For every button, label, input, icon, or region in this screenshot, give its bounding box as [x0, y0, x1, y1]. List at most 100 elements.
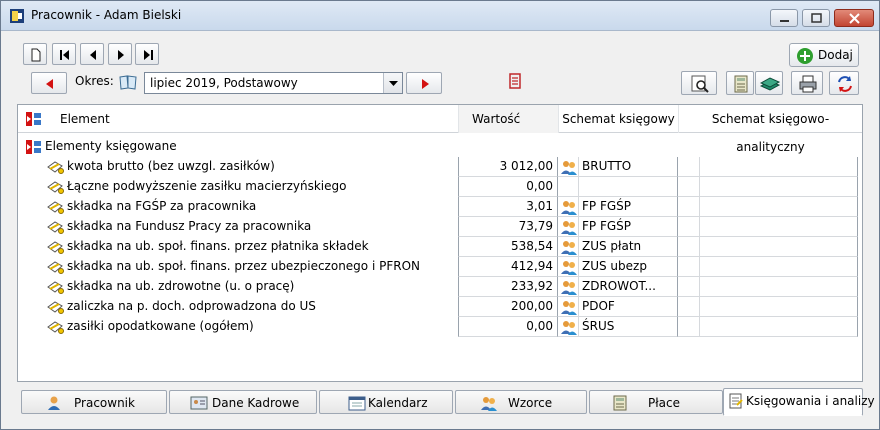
- scheme-value[interactable]: BRUTTO: [579, 157, 678, 177]
- scheme-icon-cell[interactable]: [558, 237, 579, 257]
- analytic-scheme-value[interactable]: [700, 257, 858, 277]
- period-dropdown-button[interactable]: [383, 73, 402, 93]
- tab-księgowania-i-analizy[interactable]: Księgowania i analizy: [723, 388, 875, 416]
- column-analytic-scheme-header[interactable]: Schemat księgowo-analityczny: [678, 105, 862, 154]
- bottom-tabs: Pracownik Dane Kadrowe Kalendarz Wzorce Płac…: [17, 388, 875, 416]
- table-row[interactable]: składka na Fundusz Pracy za pracownika 73…: [18, 217, 862, 237]
- period-label: Okres:: [75, 74, 114, 88]
- books-button[interactable]: [755, 71, 783, 95]
- scheme-icon-cell[interactable]: [558, 297, 579, 317]
- add-button[interactable]: Dodaj: [789, 43, 859, 67]
- last-record-button[interactable]: [135, 43, 159, 65]
- tab-wzorce[interactable]: Wzorce: [455, 390, 587, 414]
- element-value[interactable]: 3 012,00: [458, 157, 558, 177]
- table-row[interactable]: składka na FGŚP za pracownika 3,01 FP FGŚP: [18, 197, 862, 217]
- column-scheme-header[interactable]: Schemat księgowy: [558, 105, 678, 133]
- tab-kalendarz[interactable]: Kalendarz: [319, 390, 453, 414]
- scheme-icon-cell[interactable]: [558, 317, 579, 337]
- scheme-value[interactable]: ZUS płatn: [579, 237, 678, 257]
- table-row[interactable]: Łączne podwyższenie zasiłku macierzyński…: [18, 177, 862, 197]
- book-icon[interactable]: [118, 73, 138, 91]
- calculator-icon: [612, 395, 628, 414]
- minimize-button[interactable]: [770, 9, 798, 27]
- table-row[interactable]: składka na ub. społ. finans. przez ubezp…: [18, 257, 862, 277]
- analytic-scheme-icon-cell[interactable]: [678, 317, 700, 337]
- posting-icon: [47, 301, 64, 314]
- tab-label: Księgowania i analizy: [746, 394, 875, 408]
- analytic-scheme-value[interactable]: [700, 237, 858, 257]
- preview-button[interactable]: [681, 71, 717, 95]
- element-value[interactable]: 3,01: [458, 197, 558, 217]
- scheme-icon-cell[interactable]: [558, 177, 579, 197]
- tab-płace[interactable]: Płace: [589, 390, 723, 414]
- analytic-scheme-value[interactable]: [700, 297, 858, 317]
- analytic-scheme-value[interactable]: [700, 277, 858, 297]
- analytic-scheme-icon-cell[interactable]: [678, 217, 700, 237]
- prev-period-button[interactable]: [31, 72, 67, 94]
- analytic-scheme-value[interactable]: [700, 157, 858, 177]
- scheme-value[interactable]: ŚRUS: [579, 317, 678, 337]
- prev-icon: [90, 50, 96, 60]
- analytic-scheme-icon-cell[interactable]: [678, 157, 700, 177]
- scheme-people-icon: [561, 301, 577, 315]
- next-record-button[interactable]: [108, 43, 132, 65]
- element-value[interactable]: 73,79: [458, 217, 558, 237]
- add-button-label: Dodaj: [818, 48, 853, 62]
- column-element-header[interactable]: Element: [60, 105, 458, 133]
- element-value[interactable]: 200,00: [458, 297, 558, 317]
- scheme-icon-cell[interactable]: [558, 217, 579, 237]
- element-value[interactable]: 0,00: [458, 317, 558, 337]
- table-row[interactable]: zaliczka na p. doch. odprowadzona do US 2…: [18, 297, 862, 317]
- element-value[interactable]: 412,94: [458, 257, 558, 277]
- element-value[interactable]: 233,92: [458, 277, 558, 297]
- tab-dane-kadrowe[interactable]: Dane Kadrowe: [169, 390, 317, 414]
- scheme-value[interactable]: ZUS ubezp: [579, 257, 678, 277]
- group-row[interactable]: Elementy księgowane: [18, 137, 862, 157]
- analytic-scheme-icon-cell[interactable]: [678, 197, 700, 217]
- plus-circle-icon: [797, 48, 813, 64]
- table-row[interactable]: składka na ub. społ. finans. przez płatn…: [18, 237, 862, 257]
- element-value[interactable]: 0,00: [458, 177, 558, 197]
- analytic-scheme-value[interactable]: [700, 177, 858, 197]
- scheme-icon-cell[interactable]: [558, 197, 579, 217]
- scheme-value[interactable]: FP FGŚP: [579, 217, 678, 237]
- close-button[interactable]: [834, 9, 874, 27]
- analytic-scheme-icon-cell[interactable]: [678, 277, 700, 297]
- analytic-scheme-value[interactable]: [700, 197, 858, 217]
- scheme-people-icon: [561, 321, 577, 335]
- print-button[interactable]: [791, 71, 823, 95]
- table-row[interactable]: kwota brutto (bez uwzgl. zasiłków) 3 012,…: [18, 157, 862, 177]
- element-value[interactable]: 538,54: [458, 237, 558, 257]
- first-record-button[interactable]: [52, 43, 76, 65]
- scheme-icon-cell[interactable]: [558, 277, 579, 297]
- scheme-value[interactable]: FP FGŚP: [579, 197, 678, 217]
- analytic-scheme-icon-cell[interactable]: [678, 257, 700, 277]
- new-record-button[interactable]: [23, 43, 47, 65]
- next-period-button[interactable]: [406, 72, 442, 94]
- analytic-scheme-icon-cell[interactable]: [678, 297, 700, 317]
- scheme-people-icon: [561, 281, 577, 295]
- column-scheme-label: Schemat księgowy: [562, 112, 675, 126]
- period-select[interactable]: lipiec 2019, Podstawowy: [144, 72, 403, 94]
- filter-icon[interactable]: [508, 73, 522, 89]
- maximize-button[interactable]: [802, 9, 830, 27]
- analytic-scheme-value[interactable]: [700, 217, 858, 237]
- scheme-value[interactable]: ZDROWOT...: [579, 277, 678, 297]
- first-icon: [60, 50, 69, 60]
- table-row[interactable]: składka na ub. zdrowotne (u. o pracę) 233…: [18, 277, 862, 297]
- prev-record-button[interactable]: [80, 43, 104, 65]
- tree-icon[interactable]: [25, 111, 43, 127]
- scheme-icon-cell[interactable]: [558, 157, 579, 177]
- column-value-header[interactable]: Wartość: [458, 105, 558, 133]
- tab-pracownik[interactable]: Pracownik: [21, 390, 167, 414]
- analytic-scheme-value[interactable]: [700, 317, 858, 337]
- scheme-value[interactable]: PDOF: [579, 297, 678, 317]
- calculator-button[interactable]: [726, 71, 754, 95]
- analytic-scheme-icon-cell[interactable]: [678, 177, 700, 197]
- table-row[interactable]: zasiłki opodatkowane (ogółem) 0,00 ŚRUS: [18, 317, 862, 337]
- analytic-scheme-icon-cell[interactable]: [678, 237, 700, 257]
- scheme-value[interactable]: [579, 177, 678, 197]
- posting-icon: [47, 281, 64, 294]
- scheme-icon-cell[interactable]: [558, 257, 579, 277]
- refresh-button[interactable]: [829, 71, 859, 95]
